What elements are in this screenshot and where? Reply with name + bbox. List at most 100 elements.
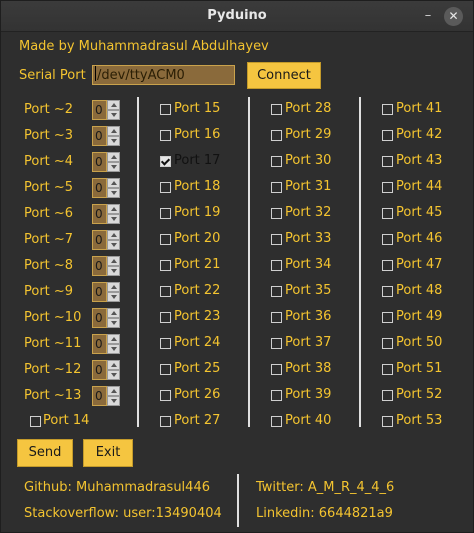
port-checkbox-label[interactable]: Port 25 <box>174 361 220 376</box>
send-button[interactable]: Send <box>17 439 73 467</box>
pwm-value-spinbox[interactable]: 0 <box>92 308 122 328</box>
spin-down-icon[interactable] <box>107 188 120 198</box>
port-checkbox[interactable] <box>382 260 393 271</box>
pwm-value-spinbox[interactable]: 0 <box>92 126 122 146</box>
spin-down-icon[interactable] <box>107 110 120 120</box>
spin-up-icon[interactable] <box>107 126 120 136</box>
pwm-value-field[interactable]: 0 <box>92 178 107 198</box>
spin-up-icon[interactable] <box>107 282 120 292</box>
port-checkbox[interactable] <box>160 208 171 219</box>
port-checkbox[interactable] <box>271 208 282 219</box>
pwm-value-field[interactable]: 0 <box>92 204 107 224</box>
title-bar[interactable]: Pyduino – ✕ <box>1 1 473 32</box>
port-checkbox-label[interactable]: Port 35 <box>285 283 331 298</box>
port-checkbox-label[interactable]: Port 49 <box>396 309 442 324</box>
port-checkbox[interactable] <box>271 156 282 167</box>
port-checkbox[interactable] <box>160 416 171 427</box>
pwm-value-spinbox[interactable]: 0 <box>92 152 122 172</box>
port-checkbox-label[interactable]: Port 41 <box>396 101 442 116</box>
port-checkbox-label[interactable]: Port 15 <box>174 101 220 116</box>
port-checkbox[interactable] <box>382 338 393 349</box>
serial-port-input[interactable]: /dev/ttyACM0 <box>92 65 235 85</box>
port-checkbox-label[interactable]: Port 48 <box>396 283 442 298</box>
pwm-value-spinbox[interactable]: 0 <box>92 360 122 380</box>
port-checkbox-label[interactable]: Port 44 <box>396 179 442 194</box>
port-checkbox[interactable] <box>271 286 282 297</box>
pwm-value-spinbox[interactable]: 0 <box>92 334 122 354</box>
pwm-value-field[interactable]: 0 <box>92 386 107 406</box>
pwm-value-field[interactable]: 0 <box>92 360 107 380</box>
port-checkbox-label[interactable]: Port 52 <box>396 387 442 402</box>
port-checkbox-label[interactable]: Port 18 <box>174 179 220 194</box>
port-checkbox-label[interactable]: Port 22 <box>174 283 220 298</box>
pwm-value-spinbox[interactable]: 0 <box>92 100 122 120</box>
port-checkbox[interactable] <box>382 208 393 219</box>
port-checkbox[interactable] <box>271 364 282 375</box>
port-checkbox-label[interactable]: Port 47 <box>396 257 442 272</box>
spin-down-icon[interactable] <box>107 162 120 172</box>
port-checkbox[interactable] <box>382 104 393 115</box>
port-checkbox[interactable] <box>160 104 171 115</box>
port-checkbox[interactable] <box>271 130 282 141</box>
twitter-link[interactable]: Twitter: A_M_R_4_4_6 <box>256 480 394 495</box>
port-checkbox-label[interactable]: Port 43 <box>396 153 442 168</box>
port-checkbox[interactable] <box>271 338 282 349</box>
pwm-value-spinbox[interactable]: 0 <box>92 256 122 276</box>
spin-down-icon[interactable] <box>107 396 120 406</box>
port-checkbox-label[interactable]: Port 51 <box>396 361 442 376</box>
port-checkbox[interactable] <box>271 390 282 401</box>
port-checkbox-label[interactable]: Port 53 <box>396 413 442 428</box>
port-checkbox-label[interactable]: Port 26 <box>174 387 220 402</box>
port-checkbox-label[interactable]: Port 27 <box>174 413 220 428</box>
port-checkbox-label[interactable]: Port 24 <box>174 335 220 350</box>
linkedin-link[interactable]: Linkedin: 6644821a9 <box>256 506 393 521</box>
spin-up-icon[interactable] <box>107 100 120 110</box>
port-checkbox-label[interactable]: Port 23 <box>174 309 220 324</box>
spin-down-icon[interactable] <box>107 370 120 380</box>
pwm-value-field[interactable]: 0 <box>92 230 107 250</box>
port-checkbox[interactable] <box>271 416 282 427</box>
close-icon[interactable]: ✕ <box>444 7 463 26</box>
pwm-value-field[interactable]: 0 <box>92 256 107 276</box>
port-checkbox-label[interactable]: Port 21 <box>174 257 220 272</box>
port-checkbox[interactable] <box>382 390 393 401</box>
port-checkbox[interactable] <box>160 156 171 167</box>
port-checkbox[interactable] <box>160 130 171 141</box>
pwm-value-spinbox[interactable]: 0 <box>92 282 122 302</box>
spin-up-icon[interactable] <box>107 230 120 240</box>
spin-up-icon[interactable] <box>107 308 120 318</box>
port-checkbox[interactable] <box>382 364 393 375</box>
port-checkbox[interactable] <box>271 312 282 323</box>
port-checkbox-label[interactable]: Port 42 <box>396 127 442 142</box>
port-checkbox-label[interactable]: Port 38 <box>285 361 331 376</box>
port-checkbox-label[interactable]: Port 37 <box>285 335 331 350</box>
pwm-value-spinbox[interactable]: 0 <box>92 178 122 198</box>
exit-button[interactable]: Exit <box>83 439 133 467</box>
port-checkbox[interactable] <box>160 390 171 401</box>
spin-up-icon[interactable] <box>107 334 120 344</box>
port-checkbox-label[interactable]: Port 40 <box>285 413 331 428</box>
port-checkbox[interactable] <box>271 104 282 115</box>
spin-up-icon[interactable] <box>107 386 120 396</box>
port-14-label[interactable]: Port 14 <box>43 413 89 428</box>
spin-down-icon[interactable] <box>107 240 120 250</box>
port-checkbox-label[interactable]: Port 33 <box>285 231 331 246</box>
minimize-icon[interactable]: – <box>419 7 437 25</box>
pwm-value-field[interactable]: 0 <box>92 126 107 146</box>
spin-up-icon[interactable] <box>107 256 120 266</box>
port-checkbox[interactable] <box>382 156 393 167</box>
port-checkbox[interactable] <box>382 286 393 297</box>
port-checkbox-label[interactable]: Port 16 <box>174 127 220 142</box>
spin-down-icon[interactable] <box>107 318 120 328</box>
spin-down-icon[interactable] <box>107 214 120 224</box>
spin-up-icon[interactable] <box>107 204 120 214</box>
port-checkbox-label[interactable]: Port 36 <box>285 309 331 324</box>
pwm-value-spinbox[interactable]: 0 <box>92 386 122 406</box>
port-checkbox-label[interactable]: Port 31 <box>285 179 331 194</box>
port-checkbox[interactable] <box>160 234 171 245</box>
pwm-value-field[interactable]: 0 <box>92 334 107 354</box>
port-checkbox[interactable] <box>271 260 282 271</box>
port-checkbox[interactable] <box>382 234 393 245</box>
port-checkbox[interactable] <box>382 182 393 193</box>
port-checkbox-label[interactable]: Port 46 <box>396 231 442 246</box>
